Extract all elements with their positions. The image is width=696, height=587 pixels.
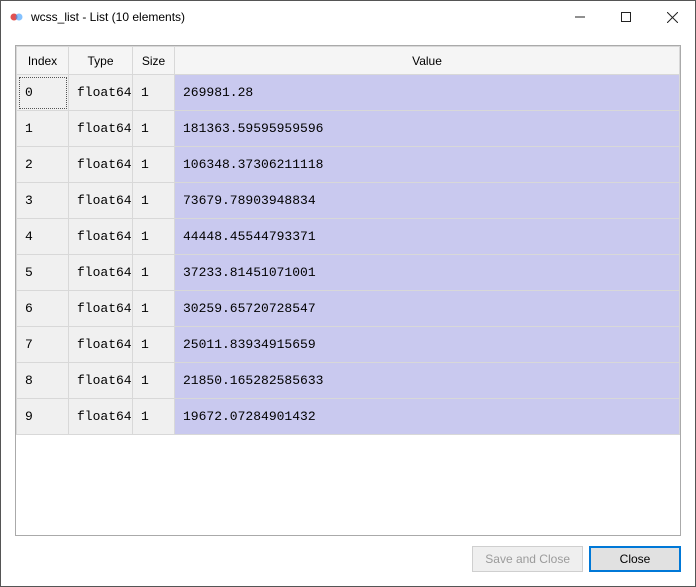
cell-size[interactable]: 1 [133, 363, 175, 399]
cell-value[interactable]: 37233.81451071001 [175, 255, 680, 291]
cell-value[interactable]: 269981.28 [175, 75, 680, 111]
cell-index[interactable]: 5 [17, 255, 69, 291]
cell-size[interactable]: 1 [133, 75, 175, 111]
app-icon [9, 9, 25, 25]
cell-type[interactable]: float64 [69, 111, 133, 147]
minimize-button[interactable] [557, 1, 603, 33]
content-area: Index Type Size Value 0float641269981.28… [1, 33, 695, 542]
table-row[interactable]: 2float641106348.37306211118 [17, 147, 680, 183]
column-header-value[interactable]: Value [175, 47, 680, 75]
cell-value[interactable]: 19672.07284901432 [175, 399, 680, 435]
table-row[interactable]: 6float64130259.65720728547 [17, 291, 680, 327]
cell-value[interactable]: 30259.65720728547 [175, 291, 680, 327]
cell-index[interactable]: 0 [17, 75, 69, 111]
cell-size[interactable]: 1 [133, 111, 175, 147]
cell-size[interactable]: 1 [133, 327, 175, 363]
cell-type[interactable]: float64 [69, 75, 133, 111]
table-row[interactable]: 1float641181363.59595959596 [17, 111, 680, 147]
minimize-icon [575, 12, 585, 22]
column-header-index[interactable]: Index [17, 47, 69, 75]
table-row[interactable]: 3float64173679.78903948834 [17, 183, 680, 219]
cell-type[interactable]: float64 [69, 255, 133, 291]
cell-type[interactable]: float64 [69, 327, 133, 363]
data-grid[interactable]: Index Type Size Value 0float641269981.28… [15, 45, 681, 536]
maximize-icon [621, 12, 631, 22]
cell-value[interactable]: 181363.59595959596 [175, 111, 680, 147]
cell-type[interactable]: float64 [69, 291, 133, 327]
table-row[interactable]: 9float64119672.07284901432 [17, 399, 680, 435]
cell-type[interactable]: float64 [69, 147, 133, 183]
close-window-button[interactable] [649, 1, 695, 33]
column-header-type[interactable]: Type [69, 47, 133, 75]
cell-value[interactable]: 73679.78903948834 [175, 183, 680, 219]
save-and-close-button: Save and Close [472, 546, 583, 572]
cell-index[interactable]: 4 [17, 219, 69, 255]
close-button[interactable]: Close [589, 546, 681, 572]
cell-index[interactable]: 3 [17, 183, 69, 219]
cell-size[interactable]: 1 [133, 399, 175, 435]
maximize-button[interactable] [603, 1, 649, 33]
table-row[interactable]: 0float641269981.28 [17, 75, 680, 111]
window-title: wcss_list - List (10 elements) [31, 10, 557, 24]
cell-value[interactable]: 44448.45544793371 [175, 219, 680, 255]
column-header-size[interactable]: Size [133, 47, 175, 75]
cell-value[interactable]: 106348.37306211118 [175, 147, 680, 183]
cell-index[interactable]: 9 [17, 399, 69, 435]
table-row[interactable]: 8float64121850.165282585633 [17, 363, 680, 399]
table-row[interactable]: 7float64125011.83934915659 [17, 327, 680, 363]
cell-type[interactable]: float64 [69, 363, 133, 399]
cell-value[interactable]: 21850.165282585633 [175, 363, 680, 399]
table-row[interactable]: 5float64137233.81451071001 [17, 255, 680, 291]
titlebar[interactable]: wcss_list - List (10 elements) [1, 1, 695, 33]
cell-value[interactable]: 25011.83934915659 [175, 327, 680, 363]
cell-type[interactable]: float64 [69, 399, 133, 435]
window-controls [557, 1, 695, 33]
cell-size[interactable]: 1 [133, 291, 175, 327]
cell-type[interactable]: float64 [69, 183, 133, 219]
footer: Save and Close Close [1, 542, 695, 586]
close-icon [667, 12, 678, 23]
cell-index[interactable]: 6 [17, 291, 69, 327]
table-row[interactable]: 4float64144448.45544793371 [17, 219, 680, 255]
cell-index[interactable]: 8 [17, 363, 69, 399]
window-frame: wcss_list - List (10 elements) Index [0, 0, 696, 587]
cell-index[interactable]: 2 [17, 147, 69, 183]
cell-index[interactable]: 1 [17, 111, 69, 147]
cell-size[interactable]: 1 [133, 219, 175, 255]
header-row: Index Type Size Value [17, 47, 680, 75]
cell-index[interactable]: 7 [17, 327, 69, 363]
cell-type[interactable]: float64 [69, 219, 133, 255]
cell-size[interactable]: 1 [133, 147, 175, 183]
cell-size[interactable]: 1 [133, 255, 175, 291]
cell-size[interactable]: 1 [133, 183, 175, 219]
